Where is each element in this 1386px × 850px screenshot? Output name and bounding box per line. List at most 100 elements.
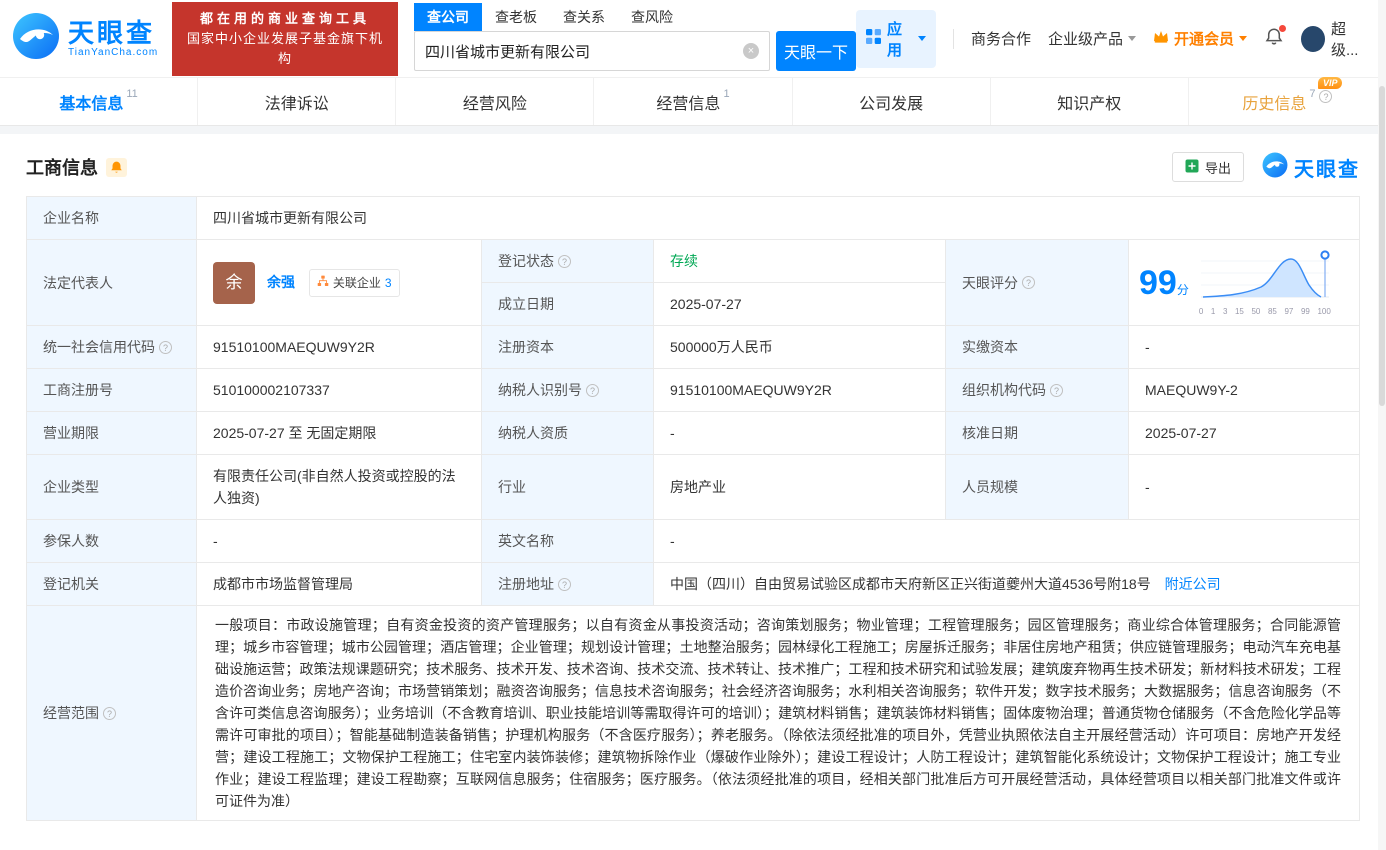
reg-no-label: 工商注册号	[26, 368, 197, 412]
search-tab-company[interactable]: 查公司	[413, 3, 482, 31]
approved-date-value: 2025-07-27	[1128, 411, 1360, 455]
monitor-bell-icon[interactable]	[106, 157, 127, 177]
clear-icon[interactable]: ×	[742, 43, 759, 59]
help-icon[interactable]: ?	[586, 383, 599, 397]
company-type-label: 企业类型	[26, 454, 197, 520]
tianyancha-logo-icon	[1262, 152, 1288, 183]
top-header: 天眼查 TianYanCha.com 都在用的商业查询工具 国家中小企业发展子基…	[0, 0, 1386, 77]
org-code-value: MAEQUW9Y-2	[1128, 368, 1360, 412]
legal-rep-name-link[interactable]: 余强	[267, 274, 295, 290]
tab-operation-info[interactable]: 经营信息 1	[594, 78, 793, 125]
company-tabs: 基本信息 11 法律诉讼 经营风险 经营信息 1 公司发展 知识产权 VIP 历…	[0, 76, 1386, 126]
tab-label: 基本信息	[59, 95, 124, 113]
staff-size-label: 人员规模	[945, 454, 1129, 520]
apps-button[interactable]: 应用	[855, 9, 937, 68]
legal-rep-cell: 余 余强 关联企业 3	[196, 239, 482, 326]
enterprise-products-label: 企业级产品	[1048, 31, 1124, 48]
business-scope-value: 一般项目：市政设施管理；自有资金投资的资产管理服务；以自有资金从事投资活动；咨询…	[196, 605, 1360, 821]
business-term-label: 营业期限	[26, 411, 197, 455]
brand-name: 天眼查	[68, 18, 156, 48]
tax-id-label: 纳税人识别号?	[481, 368, 654, 412]
legal-rep-label: 法定代表人	[26, 239, 197, 326]
legal-rep-avatar[interactable]: 余	[213, 261, 255, 304]
taxpayer-quality-label: 纳税人资质	[481, 411, 654, 455]
tab-basic-info[interactable]: 基本信息 11	[0, 78, 199, 125]
tab-label: 经营信息	[656, 95, 721, 113]
score-cell: 99分 0 1 3 15 50 85 97 99 100	[1128, 239, 1360, 326]
company-type-value: 有限责任公司(非自然人投资或控股的法人独资)	[196, 454, 482, 520]
help-icon[interactable]: ?	[558, 254, 571, 268]
business-info-section: 工商信息 导出 天眼查 企业名称 四川省城市更新有限公司 法定代表人 余 余强 …	[0, 134, 1386, 821]
chevron-down-icon	[1128, 36, 1137, 41]
nearby-companies-link[interactable]: 附近公司	[1165, 576, 1221, 592]
business-term-value: 2025-07-27 至 无固定期限	[196, 411, 482, 455]
notification-dot	[1279, 24, 1287, 32]
tab-count: 7	[1309, 87, 1316, 100]
search-button[interactable]: 天眼一下	[775, 31, 856, 71]
section-gap	[0, 126, 1386, 134]
brand-watermark: 天眼查	[1262, 152, 1360, 183]
tab-operation-risk[interactable]: 经营风险	[396, 78, 595, 125]
open-vip-label: 开通会员	[1174, 31, 1235, 48]
related-companies-badge[interactable]: 关联企业 3	[308, 268, 400, 297]
tianyancha-logo[interactable]: 天眼查 TianYanCha.com	[12, 12, 158, 65]
industry-value: 房地产业	[653, 454, 946, 520]
tab-label: 历史信息	[1242, 95, 1307, 113]
search-input[interactable]	[424, 42, 743, 60]
scrollbar[interactable]	[1378, 0, 1386, 850]
reg-status-label: 登记状态?	[481, 239, 654, 283]
notifications-bell[interactable]	[1264, 24, 1287, 51]
table-row: 企业类型 有限责任公司(非自然人投资或控股的法人独资) 行业 房地产业 人员规模…	[26, 454, 1360, 520]
business-scope-label: 经营范围?	[26, 605, 197, 821]
business-info-table: 企业名称 四川省城市更新有限公司 法定代表人 余 余强 关联企业 3 登记状态 …	[26, 196, 1360, 821]
tab-intellectual-property[interactable]: 知识产权	[991, 78, 1189, 125]
table-row: 统一社会信用代码? 91510100MAEQUW9Y2R 注册资本 500000…	[26, 325, 1360, 369]
reg-capital-value: 500000万人民币	[653, 325, 946, 369]
nav-business-cooperation[interactable]: 商务合作	[971, 28, 1031, 49]
tax-id-value: 91510100MAEQUW9Y2R	[653, 368, 946, 412]
promo-line1: 都在用的商业查询工具	[200, 10, 371, 26]
tab-company-development[interactable]: 公司发展	[793, 78, 991, 125]
nav-enterprise-products[interactable]: 企业级产品	[1048, 28, 1137, 49]
authority-label: 登记机关	[26, 562, 197, 606]
search-box: ×	[413, 31, 770, 71]
help-icon[interactable]: ?	[1022, 276, 1035, 289]
table-row: 参保人数 - 英文名称 -	[26, 519, 1360, 563]
related-companies-label: 关联企业	[332, 275, 381, 290]
search-tab-relation[interactable]: 查关系	[550, 3, 618, 31]
table-row: 企业名称 四川省城市更新有限公司	[26, 196, 1360, 240]
promo-banner: 都在用的商业查询工具 国家中小企业发展子基金旗下机构	[172, 1, 398, 76]
help-icon[interactable]: ?	[558, 577, 571, 591]
apps-grid-icon	[865, 29, 881, 48]
export-button[interactable]: 导出	[1171, 152, 1244, 182]
score-axis-labels: 0 1 3 15 50 85 97 99 100	[1198, 307, 1331, 316]
vip-badge: VIP	[1317, 76, 1343, 89]
help-icon[interactable]: ?	[1050, 383, 1063, 397]
tab-count: 1	[723, 87, 730, 100]
insured-value: -	[196, 519, 482, 563]
credit-code-label: 统一社会信用代码?	[26, 325, 197, 369]
search-tab-risk[interactable]: 查风险	[618, 3, 686, 31]
help-icon[interactable]: ?	[159, 340, 172, 354]
help-icon[interactable]: ?	[103, 706, 116, 720]
user-menu[interactable]: 超级...	[1301, 18, 1370, 60]
reg-capital-label: 注册资本	[481, 325, 654, 369]
tab-legal-proceedings[interactable]: 法律诉讼	[198, 78, 397, 125]
export-label: 导出	[1204, 160, 1231, 176]
company-name-value: 四川省城市更新有限公司	[196, 196, 1360, 240]
staff-size-value: -	[1128, 454, 1360, 520]
table-row: 法定代表人 余 余强 关联企业 3 登记状态 ? 存续 天眼评分 ? 99分 0…	[26, 239, 1360, 326]
score-label: 天眼评分?	[945, 239, 1129, 326]
export-icon	[1185, 159, 1199, 176]
tab-history-info[interactable]: VIP 历史信息 7 ?	[1189, 76, 1386, 125]
nav-open-vip[interactable]: 开通会员	[1153, 28, 1248, 49]
help-icon[interactable]: ?	[1319, 89, 1333, 103]
score-chart[interactable]: 0 1 3 15 50 85 97 99 100	[1199, 249, 1335, 316]
table-row: 经营范围? 一般项目：市政设施管理；自有资金投资的资产管理服务；以自有资金从事投…	[26, 605, 1360, 821]
scrollbar-thumb[interactable]	[1379, 86, 1385, 406]
search-tab-boss[interactable]: 查老板	[482, 3, 550, 31]
insured-label: 参保人数	[26, 519, 197, 563]
reg-no-value: 510100002107337	[196, 368, 482, 412]
tab-label: 知识产权	[1057, 95, 1122, 113]
address-label: 注册地址?	[481, 562, 654, 606]
